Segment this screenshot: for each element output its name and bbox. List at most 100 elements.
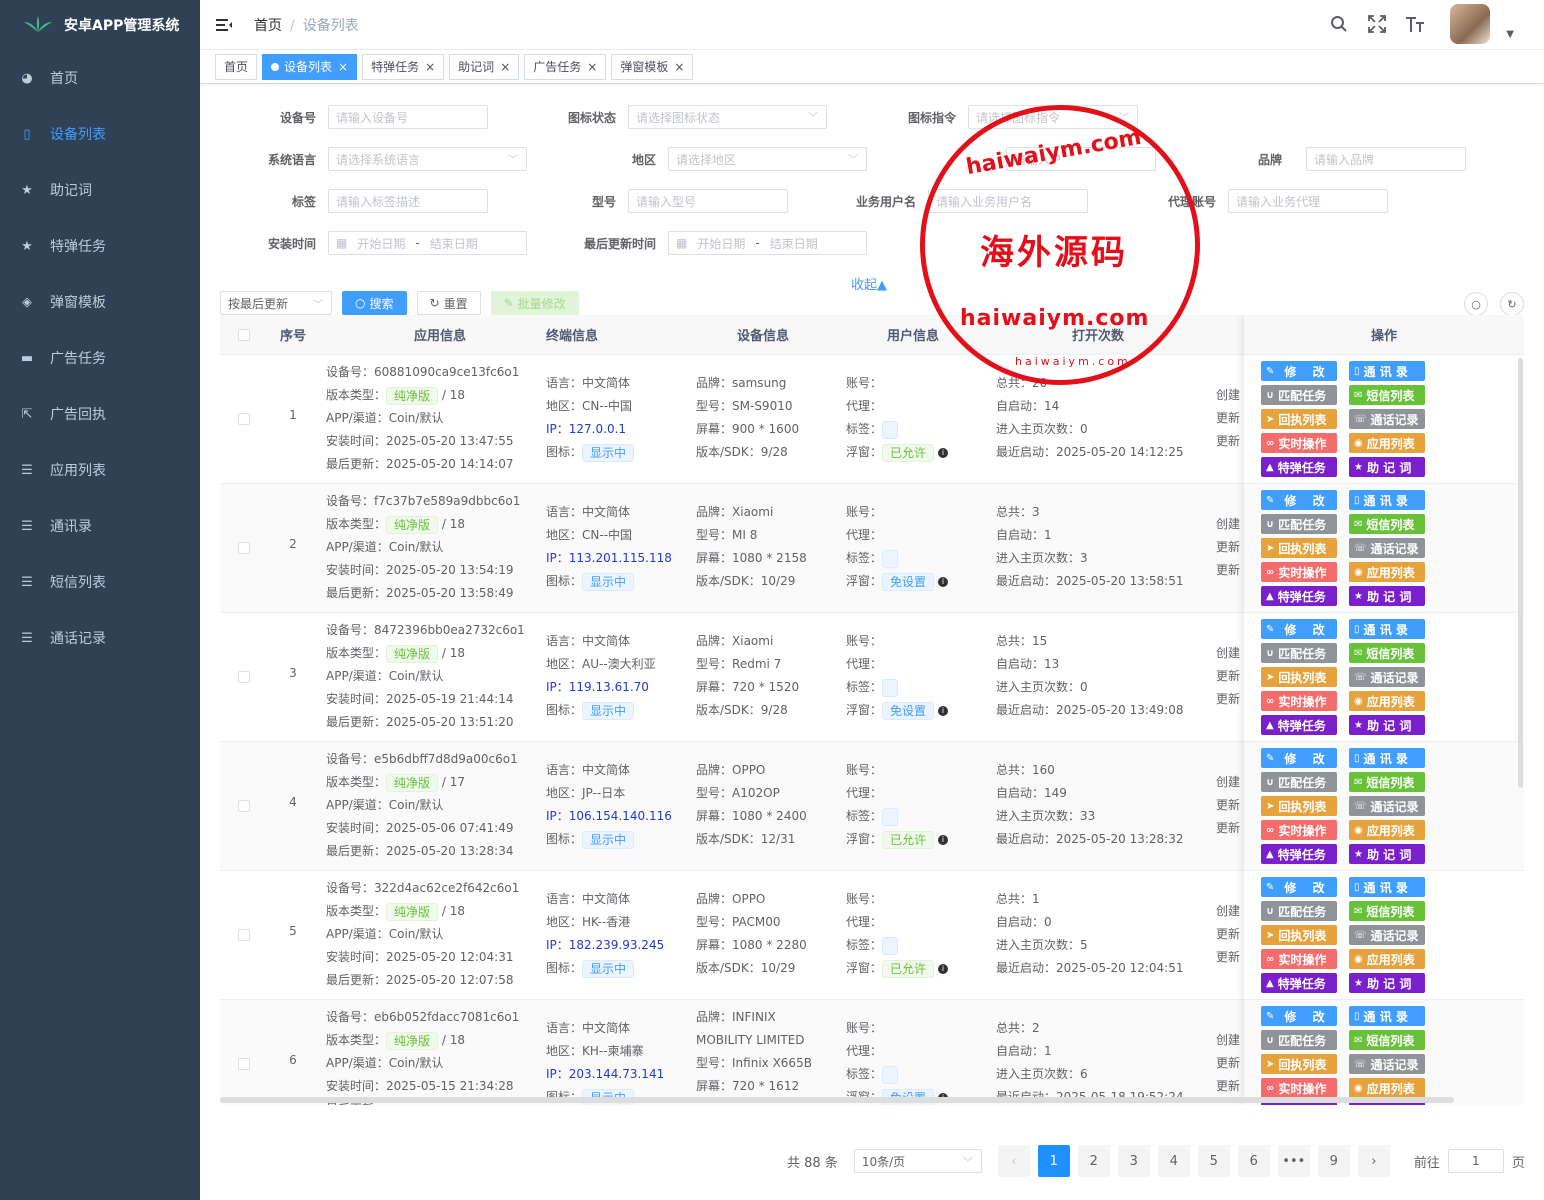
contacts-button[interactable]: ▯ 通 讯 录 bbox=[1349, 490, 1425, 510]
match-task-button[interactable]: ∪ 匹配任务 bbox=[1261, 772, 1337, 792]
sidebar-item-10[interactable]: ☰ 通话记录 bbox=[0, 610, 200, 666]
tab-4[interactable]: 广告任务 × bbox=[524, 53, 607, 80]
match-task-button[interactable]: ∪ 匹配任务 bbox=[1261, 514, 1337, 534]
call-log-button[interactable]: ☏ 通话记录 bbox=[1349, 409, 1425, 429]
icon-status-select[interactable]: 请选择图标状态 ﹀ bbox=[628, 105, 827, 129]
close-icon[interactable]: × bbox=[425, 60, 435, 74]
popup-task-button[interactable]: ▲特弹任务 bbox=[1261, 844, 1337, 864]
popup-task-button[interactable]: ▲特弹任务 bbox=[1261, 586, 1337, 606]
match-task-button[interactable]: ∪ 匹配任务 bbox=[1261, 385, 1337, 405]
page-button[interactable]: 2 bbox=[1077, 1145, 1110, 1177]
next-page-button[interactable]: › bbox=[1357, 1145, 1390, 1177]
app-list-button[interactable]: ◉ 应用列表 bbox=[1349, 1078, 1425, 1098]
hamburger-icon[interactable] bbox=[214, 15, 234, 35]
sms-list-button[interactable]: ✉ 短信列表 bbox=[1349, 901, 1425, 921]
close-icon[interactable]: × bbox=[500, 60, 510, 74]
info-icon[interactable]: i bbox=[938, 705, 949, 716]
goto-page-input[interactable]: 1 bbox=[1447, 1149, 1504, 1173]
refresh-icon[interactable]: ↻ bbox=[1500, 292, 1524, 316]
edit-button[interactable]: ✎ 修 改 bbox=[1261, 361, 1337, 381]
tab-5[interactable]: 弹窗模板 × bbox=[611, 53, 694, 80]
receipt-list-button[interactable]: ➤ 回执列表 bbox=[1261, 409, 1337, 429]
page-button[interactable]: ••• bbox=[1277, 1145, 1310, 1177]
last-update-range[interactable]: ▦ 开始日期 - 结束日期 bbox=[668, 231, 867, 255]
mnemonic-button[interactable]: ★助 记 词 bbox=[1349, 973, 1425, 993]
sidebar-item-7[interactable]: ☰ 应用列表 bbox=[0, 442, 200, 498]
edit-button[interactable]: ✎ 修 改 bbox=[1261, 490, 1337, 510]
call-log-button[interactable]: ☏ 通话记录 bbox=[1349, 925, 1425, 945]
sidebar-item-5[interactable]: ▬ 广告任务 bbox=[0, 330, 200, 386]
batch-edit-button[interactable]: ✎ 批量修改 bbox=[490, 291, 579, 315]
sidebar-item-0[interactable]: ◕ 首页 bbox=[0, 50, 200, 106]
install-time-range[interactable]: ▦ 开始日期 - 结束日期 bbox=[328, 231, 527, 255]
page-button[interactable]: 1 bbox=[1037, 1145, 1070, 1177]
mnemonic-button[interactable]: ★助 记 词 bbox=[1349, 586, 1425, 606]
sms-list-button[interactable]: ✉ 短信列表 bbox=[1349, 1030, 1425, 1050]
realtime-op-button[interactable]: ∞ 实时操作 bbox=[1261, 1078, 1337, 1098]
biz-user-input[interactable]: 请输入业务用户名 bbox=[928, 189, 1088, 213]
horizontal-scrollbar[interactable] bbox=[220, 1097, 1454, 1103]
page-button[interactable]: 3 bbox=[1117, 1145, 1150, 1177]
contacts-button[interactable]: ▯ 通 讯 录 bbox=[1349, 1006, 1425, 1026]
sys-lang-select[interactable]: 请选择系统语言 ﹀ bbox=[328, 147, 527, 171]
reset-button[interactable]: ↻ 重置 bbox=[416, 291, 481, 315]
sidebar-item-9[interactable]: ☰ 短信列表 bbox=[0, 554, 200, 610]
realtime-op-button[interactable]: ∞ 实时操作 bbox=[1261, 433, 1337, 453]
edit-button[interactable]: ✎ 修 改 bbox=[1261, 877, 1337, 897]
region-select[interactable]: 请选择地区 ﹀ bbox=[668, 147, 867, 171]
match-task-button[interactable]: ∪ 匹配任务 bbox=[1261, 643, 1337, 663]
search-icon[interactable] bbox=[1328, 13, 1350, 35]
edit-button[interactable]: ✎ 修 改 bbox=[1261, 748, 1337, 768]
info-icon[interactable]: i bbox=[938, 576, 949, 587]
contacts-button[interactable]: ▯ 通 讯 录 bbox=[1349, 361, 1425, 381]
page-button[interactable]: 9 bbox=[1317, 1145, 1350, 1177]
search-button[interactable]: ○ 搜索 bbox=[342, 291, 407, 315]
tab-0[interactable]: 首页 bbox=[215, 53, 258, 80]
avatar[interactable] bbox=[1450, 4, 1491, 44]
fullscreen-icon[interactable] bbox=[1366, 13, 1388, 35]
select-all-checkbox[interactable] bbox=[238, 329, 250, 341]
info-icon[interactable]: i bbox=[938, 963, 949, 974]
contacts-button[interactable]: ▯ 通 讯 录 bbox=[1349, 619, 1425, 639]
sms-list-button[interactable]: ✉ 短信列表 bbox=[1349, 514, 1425, 534]
icon-cmd-select[interactable]: 请选择图标指令 ﹀ bbox=[968, 105, 1138, 129]
sidebar-item-4[interactable]: ◈ 弹窗模板 bbox=[0, 274, 200, 330]
sms-list-button[interactable]: ✉ 短信列表 bbox=[1349, 643, 1425, 663]
row-checkbox[interactable] bbox=[238, 929, 250, 941]
close-icon[interactable]: × bbox=[587, 60, 597, 74]
match-task-button[interactable]: ∪ 匹配任务 bbox=[1261, 1030, 1337, 1050]
call-log-button[interactable]: ☏ 通话记录 bbox=[1349, 796, 1425, 816]
row-checkbox[interactable] bbox=[238, 542, 250, 554]
realtime-op-button[interactable]: ∞ 实时操作 bbox=[1261, 691, 1337, 711]
receipt-list-button[interactable]: ➤ 回执列表 bbox=[1261, 796, 1337, 816]
sidebar-item-1[interactable]: ▯ 设备列表 bbox=[0, 106, 200, 162]
app-list-button[interactable]: ◉ 应用列表 bbox=[1349, 820, 1425, 840]
mnemonic-button[interactable]: ★助 记 词 bbox=[1349, 715, 1425, 735]
info-icon[interactable]: i bbox=[938, 447, 949, 458]
close-icon[interactable]: × bbox=[674, 60, 684, 74]
mnemonic-button[interactable]: ★助 记 词 bbox=[1349, 457, 1425, 477]
page-button[interactable]: 5 bbox=[1197, 1145, 1230, 1177]
row-checkbox[interactable] bbox=[238, 800, 250, 812]
app-list-button[interactable]: ◉ 应用列表 bbox=[1349, 949, 1425, 969]
brand-input[interactable]: 请输入品牌 bbox=[1306, 147, 1466, 171]
ip-input[interactable]: 请输入IP bbox=[1006, 147, 1156, 171]
font-size-icon[interactable] bbox=[1404, 13, 1426, 35]
tab-3[interactable]: 助记词 × bbox=[449, 53, 520, 80]
receipt-list-button[interactable]: ➤ 回执列表 bbox=[1261, 538, 1337, 558]
breadcrumb-home[interactable]: 首页 bbox=[254, 18, 282, 34]
contacts-button[interactable]: ▯ 通 讯 录 bbox=[1349, 748, 1425, 768]
page-button[interactable]: 6 bbox=[1237, 1145, 1270, 1177]
tab-1[interactable]: 设备列表 × bbox=[262, 53, 358, 80]
edit-button[interactable]: ✎ 修 改 bbox=[1261, 1006, 1337, 1026]
realtime-op-button[interactable]: ∞ 实时操作 bbox=[1261, 820, 1337, 840]
sidebar-item-6[interactable]: ⇱ 广告回执 bbox=[0, 386, 200, 442]
edit-button[interactable]: ✎ 修 改 bbox=[1261, 619, 1337, 639]
receipt-list-button[interactable]: ➤ 回执列表 bbox=[1261, 925, 1337, 945]
sms-list-button[interactable]: ✉ 短信列表 bbox=[1349, 385, 1425, 405]
realtime-op-button[interactable]: ∞ 实时操作 bbox=[1261, 949, 1337, 969]
popup-task-button[interactable]: ▲特弹任务 bbox=[1261, 457, 1337, 477]
agent-input[interactable]: 请输入业务代理 bbox=[1228, 189, 1388, 213]
receipt-list-button[interactable]: ➤ 回执列表 bbox=[1261, 667, 1337, 687]
vertical-scrollbar[interactable] bbox=[1518, 358, 1523, 788]
